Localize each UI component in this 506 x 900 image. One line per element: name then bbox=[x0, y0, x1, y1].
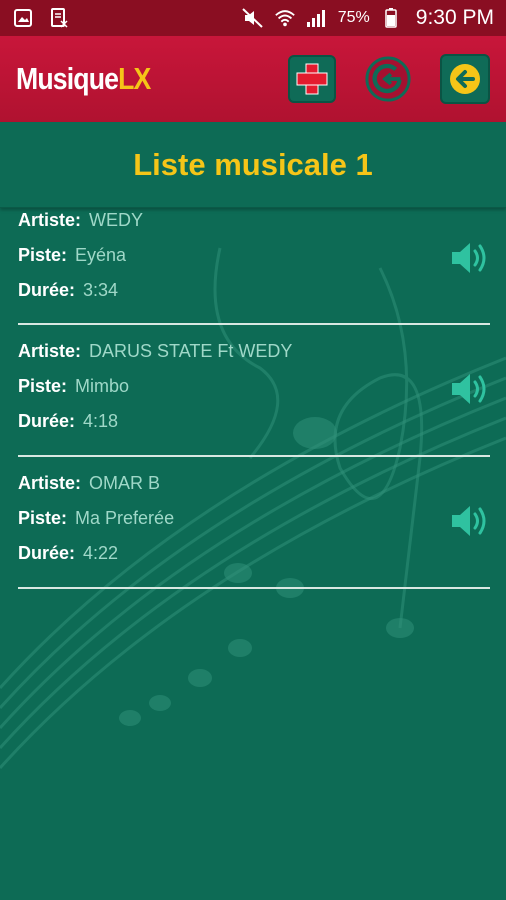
artist-value: OMAR B bbox=[89, 473, 161, 493]
track-label: Piste: bbox=[18, 508, 68, 528]
page-title: Liste musicale 1 bbox=[133, 146, 373, 182]
brand-main: Musique bbox=[16, 61, 119, 96]
status-time: 9:30 PM bbox=[415, 6, 494, 29]
image-notification-icon bbox=[12, 7, 34, 29]
battery-icon bbox=[380, 7, 402, 29]
artist-label: Artiste: bbox=[18, 210, 82, 230]
artist-value: WEDY bbox=[89, 210, 144, 230]
duration-value: 4:18 bbox=[83, 411, 119, 431]
add-button[interactable] bbox=[288, 55, 336, 103]
duration-label: Durée: bbox=[18, 280, 76, 300]
wifi-icon bbox=[274, 7, 296, 29]
status-bar: 75% 9:30 PM bbox=[0, 0, 506, 36]
track-value: Mimbo bbox=[75, 376, 130, 396]
list-item[interactable]: Artiste: WEDY Piste: Eyéna Durée: 3:34 bbox=[18, 208, 490, 325]
refresh-button[interactable] bbox=[364, 55, 412, 103]
document-notification-icon bbox=[48, 7, 70, 29]
duration-label: Durée: bbox=[18, 543, 76, 563]
speaker-icon[interactable] bbox=[450, 503, 490, 539]
mute-icon bbox=[242, 7, 264, 29]
duration-label: Durée: bbox=[18, 411, 76, 431]
list-item[interactable]: Artiste: DARUS STATE Ft WEDY Piste: Mimbo … bbox=[18, 325, 490, 457]
battery-percentage: 75% bbox=[337, 9, 370, 26]
app-bar: MusiqueLX bbox=[0, 36, 506, 122]
artist-label: Artiste: bbox=[18, 341, 82, 361]
artist-value: DARUS STATE Ft WEDY bbox=[89, 341, 293, 361]
brand-accent: LX bbox=[118, 61, 151, 96]
speaker-icon[interactable] bbox=[450, 371, 490, 407]
speaker-icon[interactable] bbox=[450, 240, 490, 276]
duration-value: 4:22 bbox=[83, 543, 119, 563]
add-icon bbox=[296, 63, 328, 95]
track-value: Eyéna bbox=[75, 245, 127, 265]
refresh-icon bbox=[365, 56, 411, 102]
back-icon bbox=[450, 64, 480, 94]
list-item[interactable]: Artiste: OMAR B Piste: Ma Preferée Durée: 4… bbox=[18, 457, 490, 589]
divider bbox=[18, 587, 490, 589]
duration-value: 3:34 bbox=[83, 280, 119, 300]
back-button[interactable] bbox=[440, 54, 490, 104]
artist-label: Artiste: bbox=[18, 473, 82, 493]
app-logo: MusiqueLX bbox=[16, 61, 151, 97]
playlist-header: Liste musicale 1 bbox=[0, 122, 506, 208]
track-label: Piste: bbox=[18, 245, 68, 265]
track-value: Ma Preferée bbox=[75, 508, 175, 528]
signal-icon bbox=[306, 7, 328, 29]
track-list: Artiste: WEDY Piste: Eyéna Durée: 3:34 Arti… bbox=[18, 208, 490, 589]
track-label: Piste: bbox=[18, 376, 68, 396]
